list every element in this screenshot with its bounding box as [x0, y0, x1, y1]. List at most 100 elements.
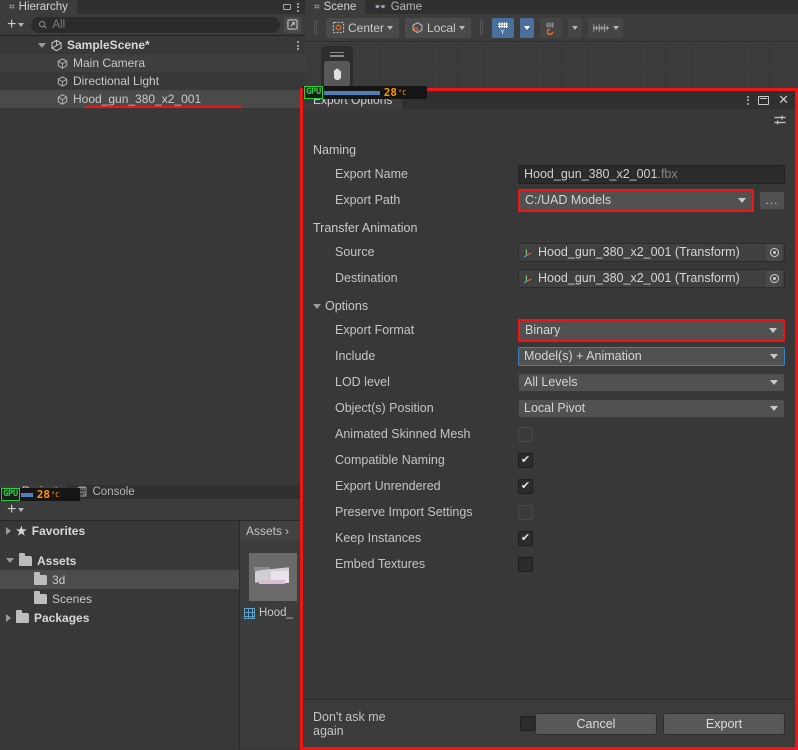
- source-object-picker-button[interactable]: [766, 243, 782, 261]
- gpu-label: GPU: [1, 488, 20, 501]
- chevron-down-icon: [18, 22, 25, 27]
- project-row-favorites[interactable]: ★ Favorites: [0, 521, 239, 540]
- tab-game[interactable]: 👓 Game: [365, 0, 431, 14]
- handle-space-button[interactable]: Local: [405, 17, 471, 38]
- asset-item[interactable]: Hood_: [240, 607, 305, 619]
- overlay-drag-handle[interactable]: [324, 49, 350, 59]
- include-label: Include: [335, 349, 376, 363]
- scene-context-menu-icon[interactable]: [297, 41, 299, 50]
- hierarchy-icon: ⌗: [9, 1, 15, 13]
- asset-label: Hood_: [259, 607, 293, 619]
- gpu-temperature: 28: [36, 488, 51, 501]
- close-icon[interactable]: ✕: [778, 93, 789, 106]
- hand-tool-button[interactable]: [324, 61, 350, 87]
- hierarchy-panel: ⌗ Hierarchy + All SampleScene* Main Came…: [0, 0, 305, 485]
- popout-search-button[interactable]: [284, 16, 301, 33]
- project-row-label: Packages: [34, 610, 90, 625]
- section-header-options[interactable]: Options: [313, 293, 785, 319]
- grid-snap-dropdown[interactable]: [519, 17, 534, 38]
- maximize-icon[interactable]: [758, 95, 770, 105]
- dialog-footer: Don't ask me again Cancel Export: [303, 699, 795, 747]
- keep-instances-checkbox[interactable]: [518, 530, 533, 546]
- magnet-snap-toggle[interactable]: [539, 17, 562, 38]
- scene-tabstrip: ⌗ Scene 👓 Game: [305, 0, 798, 14]
- objects-position-dropdown[interactable]: Local Pivot: [518, 398, 785, 418]
- increment-snap-toggle[interactable]: [587, 17, 623, 38]
- export-button[interactable]: Export: [663, 712, 785, 735]
- field-export-name: Export Name Hood_gun_380_x2_001 .fbx: [313, 163, 785, 185]
- add-gameobject-button[interactable]: +: [4, 16, 27, 32]
- destination-object-picker-button[interactable]: [766, 269, 782, 287]
- export-name-input[interactable]: Hood_gun_380_x2_001 .fbx: [518, 164, 785, 184]
- pivot-mode-label: Center: [348, 20, 385, 35]
- animated-skinned-mesh-checkbox[interactable]: [518, 426, 533, 442]
- project-toolbar: +: [0, 499, 305, 521]
- magnet-snap-dropdown[interactable]: [567, 17, 582, 38]
- project-row-3d[interactable]: 3d: [0, 570, 239, 589]
- expand-triangle-icon[interactable]: [6, 526, 11, 535]
- breadcrumb[interactable]: Assets ›: [240, 521, 305, 541]
- export-name-extension: .fbx: [657, 167, 678, 181]
- folder-open-icon: [19, 552, 32, 566]
- hierarchy-row-samplescene[interactable]: SampleScene*: [0, 36, 305, 54]
- lock-icon[interactable]: [283, 4, 291, 10]
- tab-hierarchy[interactable]: ⌗ Hierarchy: [0, 0, 77, 14]
- expand-triangle-icon[interactable]: [6, 613, 11, 622]
- hierarchy-row-hood-gun[interactable]: Hood_gun_380_x2_001: [0, 90, 305, 108]
- hierarchy-row-directional-light[interactable]: Directional Light: [0, 72, 305, 90]
- hierarchy-selection-annotation: [85, 106, 242, 108]
- destination-object-field[interactable]: Hood_gun_380_x2_001 (Transform): [518, 268, 785, 288]
- project-row-scenes[interactable]: Scenes: [0, 589, 239, 608]
- export-unrendered-label: Export Unrendered: [335, 479, 441, 493]
- cancel-button[interactable]: Cancel: [535, 712, 657, 735]
- project-row-packages[interactable]: Packages: [0, 608, 239, 627]
- browse-path-button[interactable]: ...: [759, 190, 785, 210]
- create-asset-button[interactable]: +: [4, 501, 27, 517]
- export-path-label: Export Path: [335, 193, 401, 207]
- expand-triangle-icon[interactable]: [6, 558, 14, 563]
- hierarchy-row-label: Main Camera: [73, 56, 146, 70]
- popout-icon: [287, 19, 298, 30]
- tab-game-label: Game: [390, 1, 423, 13]
- source-object-field[interactable]: Hood_gun_380_x2_001 (Transform): [518, 242, 785, 262]
- expand-triangle-icon[interactable]: [313, 303, 321, 309]
- export-options-dialog: Export Options ✕ Naming Export Name Hood…: [300, 88, 798, 750]
- grid-snap-toggle[interactable]: Y: [491, 17, 514, 38]
- hierarchy-menu-icon[interactable]: [297, 2, 299, 12]
- lod-level-label: LOD level: [335, 375, 390, 389]
- chevron-down-icon: [571, 25, 578, 30]
- hierarchy-row-main-camera[interactable]: Main Camera: [0, 54, 305, 72]
- local-space-icon: [412, 22, 423, 34]
- pivot-mode-button[interactable]: Center: [326, 17, 400, 38]
- asset-thumbnail[interactable]: [248, 553, 297, 601]
- dont-ask-again-checkbox[interactable]: [520, 716, 535, 731]
- field-objects-position: Object(s) Position Local Pivot: [313, 397, 785, 419]
- expand-triangle-icon[interactable]: [38, 42, 46, 48]
- kebab-menu-icon[interactable]: [747, 95, 750, 105]
- hierarchy-tabstrip: ⌗ Hierarchy: [0, 0, 305, 14]
- settings-sliders-icon[interactable]: [773, 113, 787, 130]
- scene-tools-overlay[interactable]: [321, 46, 353, 90]
- export-unrendered-checkbox[interactable]: [518, 478, 533, 494]
- compatible-naming-checkbox[interactable]: [518, 452, 533, 468]
- tab-hierarchy-label: Hierarchy: [18, 1, 68, 13]
- tab-console-label: Console: [92, 486, 135, 498]
- gpu-overlay-top: GPU 28 °C: [303, 86, 427, 99]
- hierarchy-search-input[interactable]: All: [31, 16, 280, 33]
- project-row-assets[interactable]: Assets: [0, 551, 239, 570]
- export-format-dropdown[interactable]: Binary: [520, 320, 783, 340]
- scene-icon: ⌗: [314, 1, 320, 13]
- chevron-down-icon: [612, 25, 619, 30]
- hierarchy-search-placeholder: All: [52, 18, 66, 31]
- objects-position-label: Object(s) Position: [335, 401, 434, 415]
- preserve-import-settings-checkbox[interactable]: [518, 504, 533, 520]
- lod-level-dropdown[interactable]: All Levels: [518, 372, 785, 392]
- field-embed-textures: Embed Textures: [313, 553, 785, 575]
- field-preserve-import-settings: Preserve Import Settings: [313, 501, 785, 523]
- embed-textures-label: Embed Textures: [335, 557, 426, 571]
- export-path-dropdown[interactable]: C:/UAD Models: [520, 190, 752, 210]
- pivot-center-icon: [332, 21, 345, 34]
- tab-scene[interactable]: ⌗ Scene: [305, 0, 366, 14]
- embed-textures-checkbox[interactable]: [518, 556, 533, 572]
- include-dropdown[interactable]: Model(s) + Animation: [518, 346, 785, 366]
